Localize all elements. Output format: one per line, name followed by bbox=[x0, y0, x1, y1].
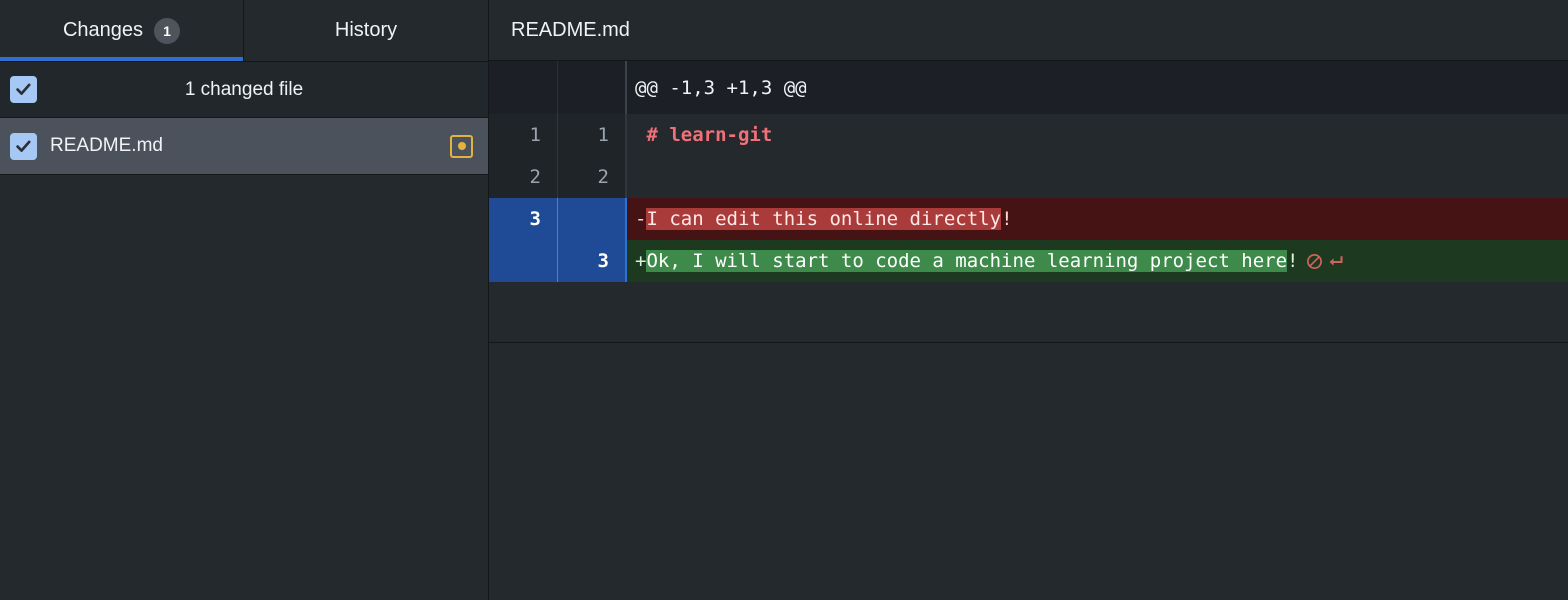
diff-file-title: README.md bbox=[489, 0, 1568, 61]
diff-bottom-divider bbox=[489, 342, 1568, 343]
tab-history-label: History bbox=[334, 19, 398, 41]
hunk-gutter-new bbox=[558, 61, 627, 114]
diff-line-prefix: - bbox=[635, 208, 647, 230]
select-all-checkbox[interactable] bbox=[10, 76, 37, 103]
tab-changes-count: 1 bbox=[154, 17, 181, 44]
gutter-new-line: 3 bbox=[558, 240, 627, 282]
diff-hunk-header-row[interactable]: @@ -1,3 +1,3 @@ bbox=[489, 61, 1568, 114]
tab-history[interactable]: History bbox=[244, 0, 488, 61]
diff-line-content: -I can edit this online directly! bbox=[627, 198, 1568, 240]
diff-row[interactable]: 2 2 bbox=[489, 156, 1568, 198]
changes-sidebar: Changes 1 History 1 changed file README.… bbox=[0, 0, 489, 600]
diff-line-prefix bbox=[635, 124, 646, 146]
diff-pane: README.md @@ -1,3 +1,3 @@ 1 1 # learn-gi… bbox=[489, 0, 1568, 600]
hunk-gutter-old bbox=[489, 61, 558, 114]
sidebar-tabbar: Changes 1 History bbox=[0, 0, 488, 61]
tab-changes[interactable]: Changes 1 bbox=[0, 0, 244, 61]
diff-line-text: # learn-git bbox=[646, 124, 773, 146]
gutter-old-line bbox=[489, 240, 558, 282]
changed-files-count-label: 1 changed file bbox=[184, 78, 304, 100]
diff-row[interactable]: 1 1 # learn-git bbox=[489, 114, 1568, 156]
changed-files-header: 1 changed file bbox=[0, 61, 488, 118]
diff-line-content: # learn-git bbox=[627, 114, 1568, 156]
diff-line-prefix: + bbox=[635, 250, 647, 272]
changed-file-list: README.md bbox=[0, 118, 488, 600]
diff-line-tail: ! bbox=[1001, 208, 1013, 230]
no-newline-icon bbox=[1306, 253, 1323, 270]
diff-line-content: + Ok, I will start to code a machine lear… bbox=[627, 240, 1568, 282]
github-desktop-window: Changes 1 History 1 changed file README.… bbox=[0, 0, 1568, 600]
diff-row-deleted[interactable]: 3 -I can edit this online directly! bbox=[489, 198, 1568, 240]
diff-line-tail: ! bbox=[1287, 250, 1299, 272]
eol-markers bbox=[1306, 253, 1344, 270]
diff-viewer[interactable]: @@ -1,3 +1,3 @@ 1 1 # learn-git 2 2 3 -I… bbox=[489, 61, 1568, 600]
file-include-checkbox[interactable] bbox=[10, 132, 37, 160]
carriage-return-icon bbox=[1327, 253, 1344, 270]
hunk-header-text: @@ -1,3 +1,3 @@ bbox=[635, 76, 807, 99]
diff-row-added[interactable]: 3 + Ok, I will start to code a machine le… bbox=[489, 240, 1568, 282]
gutter-old-line: 2 bbox=[489, 156, 558, 198]
word-diff-added: Ok, I will start to code a machine learn… bbox=[646, 250, 1288, 272]
file-name-label: README.md bbox=[50, 135, 163, 156]
gutter-new-line bbox=[558, 198, 627, 240]
modified-dot-icon bbox=[450, 134, 473, 158]
tab-changes-label: Changes bbox=[62, 19, 144, 41]
list-item[interactable]: README.md bbox=[0, 118, 488, 175]
gutter-old-line: 3 bbox=[489, 198, 558, 240]
diff-line-content bbox=[627, 156, 1568, 198]
gutter-old-line: 1 bbox=[489, 114, 558, 156]
gutter-new-line: 1 bbox=[558, 114, 627, 156]
word-diff-removed: I can edit this online directly bbox=[646, 208, 1002, 230]
gutter-new-line: 2 bbox=[558, 156, 627, 198]
